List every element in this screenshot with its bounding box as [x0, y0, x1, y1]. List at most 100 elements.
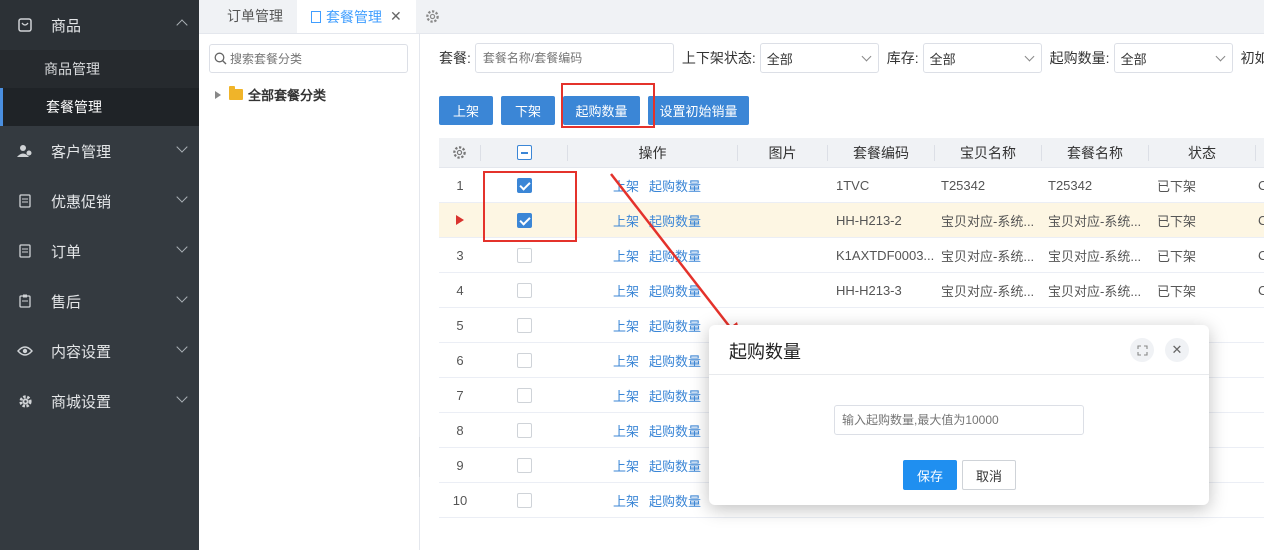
row-index: 3 — [456, 247, 464, 263]
row-minqty-link[interactable]: 起购数量 — [649, 491, 701, 510]
row-shelve-link[interactable]: 上架 — [613, 316, 639, 335]
list-icon — [17, 193, 33, 209]
save-button[interactable]: 保存 — [903, 460, 957, 490]
chevron-down-icon — [176, 391, 188, 403]
row-shelve-link[interactable]: 上架 — [613, 351, 639, 370]
min-qty-dialog: 起购数量 ✕ 保存 取消 — [709, 325, 1209, 505]
row-pname: 宝贝对应-系统... — [1048, 213, 1142, 229]
category-search-input[interactable] — [230, 51, 400, 66]
sidebar-item-product-management[interactable]: 商品管理 — [0, 50, 199, 88]
select-all-checkbox[interactable] — [516, 145, 532, 160]
status-select[interactable]: 全部 — [759, 43, 879, 73]
cancel-button[interactable]: 取消 — [962, 460, 1016, 490]
init-filter-label: 初如 — [1240, 50, 1264, 66]
row-status: 已下架 — [1157, 178, 1197, 194]
row-op-cell: 上架 起购数量 — [568, 273, 738, 307]
row-minqty-link[interactable]: 起购数量 — [649, 386, 701, 405]
header-bname: 宝贝名称 — [935, 144, 1042, 161]
menu-content-settings[interactable]: 内容设置 — [0, 326, 199, 376]
shelve-button[interactable]: 上架 — [439, 96, 493, 125]
row-shelve-link[interactable]: 上架 — [613, 281, 639, 300]
row-checkbox[interactable] — [517, 422, 532, 438]
table-row[interactable]: 3 上架 起购数量 K1AXTDF0003... 宝贝对应-系统... 宝贝对应-系统..… — [439, 238, 1264, 273]
tree-node-label: 全部套餐分类 — [248, 88, 327, 103]
menu-store-settings[interactable]: 商城设置 — [0, 376, 199, 426]
menu-orders[interactable]: 订单 — [0, 226, 199, 276]
row-checkbox[interactable] — [517, 317, 532, 333]
menu-promotions[interactable]: 优惠促销 — [0, 176, 199, 226]
menu-customers[interactable]: 客户管理 — [0, 126, 199, 176]
row-minqty-link[interactable]: 起购数量 — [649, 281, 701, 300]
row-index-cell: 8 — [439, 413, 481, 447]
row-checkbox[interactable] — [517, 352, 532, 368]
sidebar-item-package-management[interactable]: 套餐管理 — [0, 88, 199, 126]
row-shelve-link[interactable]: 上架 — [613, 386, 639, 405]
row-shelve-link[interactable]: 上架 — [613, 491, 639, 510]
row-minqty-link[interactable]: 起购数量 — [649, 456, 701, 475]
tab-package-management-label: 套餐管理 — [326, 8, 382, 25]
current-row-arrow-icon — [456, 215, 464, 225]
row-checkbox[interactable] — [517, 457, 532, 473]
package-search-input[interactable] — [474, 43, 674, 73]
table-row[interactable]: 4 上架 起购数量 HH-H213-3 宝贝对应-系统... 宝贝对应-系统... 已下架 C — [439, 273, 1264, 308]
products-submenu: 商品管理 套餐管理 — [0, 50, 199, 126]
table-header: 操作 图片 套餐编码 宝贝名称 套餐名称 状态 — [439, 138, 1264, 168]
row-checkbox-cell — [481, 378, 568, 412]
menu-aftersales[interactable]: 售后 — [0, 276, 199, 326]
row-image-cell — [738, 203, 828, 237]
row-minqty-link[interactable]: 起购数量 — [649, 246, 701, 265]
row-shelve-link[interactable]: 上架 — [613, 246, 639, 265]
menu-promotions-label: 优惠促销 — [51, 193, 112, 211]
row-minqty-link[interactable]: 起购数量 — [649, 211, 701, 230]
row-status: 已下架 — [1157, 283, 1197, 299]
category-search[interactable] — [209, 44, 408, 73]
tree-node-all-categories[interactable]: 全部套餐分类 — [215, 85, 326, 104]
search-icon — [214, 52, 227, 65]
row-checkbox[interactable] — [517, 387, 532, 403]
row-checkbox[interactable] — [517, 247, 532, 263]
header-op: 操作 — [568, 144, 738, 161]
header-status: 状态 — [1149, 144, 1256, 161]
tab-package-management[interactable]: 套餐管理 ✕ — [297, 0, 416, 33]
list-icon — [17, 243, 33, 259]
row-more: C — [1258, 282, 1264, 298]
header-img: 图片 — [738, 144, 828, 161]
tab-order-management[interactable]: 订单管理 — [199, 0, 297, 33]
row-minqty-link[interactable]: 起购数量 — [649, 421, 701, 440]
row-index: 10 — [452, 492, 468, 508]
unshelve-button[interactable]: 下架 — [501, 96, 555, 125]
row-minqty-link[interactable]: 起购数量 — [649, 176, 701, 195]
init-sales-button[interactable]: 设置初始销量 — [648, 96, 749, 125]
row-shelve-link[interactable]: 上架 — [613, 176, 639, 195]
row-checkbox-cell — [481, 448, 568, 482]
row-shelve-link[interactable]: 上架 — [613, 421, 639, 440]
stock-select[interactable]: 全部 — [922, 43, 1042, 73]
column-settings-gear-icon[interactable] — [439, 144, 481, 161]
minqty-select-value: 全部 — [1120, 51, 1147, 67]
row-shelve-link[interactable]: 上架 — [613, 456, 639, 475]
row-more — [1256, 308, 1264, 342]
row-op-cell: 上架 起购数量 — [568, 238, 738, 272]
row-checkbox[interactable] — [517, 492, 532, 508]
minqty-select[interactable]: 全部 — [1113, 43, 1233, 73]
row-op-cell: 上架 起购数量 — [568, 168, 738, 202]
min-qty-input[interactable] — [834, 405, 1084, 435]
row-more — [1256, 483, 1264, 517]
row-checkbox[interactable] — [517, 282, 532, 298]
row-bname: 宝贝对应-系统... — [941, 248, 1035, 264]
close-icon[interactable]: ✕ — [390, 8, 402, 25]
chevron-down-icon — [861, 51, 872, 61]
row-index-cell: 5 — [439, 308, 481, 342]
row-shelve-link[interactable]: 上架 — [613, 211, 639, 230]
maximize-icon[interactable] — [1130, 338, 1154, 362]
row-minqty-link[interactable]: 起购数量 — [649, 351, 701, 370]
close-icon[interactable]: ✕ — [1165, 338, 1189, 362]
row-index-cell: 10 — [439, 483, 481, 517]
menu-products[interactable]: 商品 — [0, 0, 199, 50]
tab-settings-gear-icon[interactable] — [416, 0, 450, 33]
row-more — [1256, 413, 1264, 447]
row-index-cell: 7 — [439, 378, 481, 412]
chevron-up-icon — [176, 19, 188, 31]
caret-right-icon[interactable] — [215, 90, 221, 99]
row-minqty-link[interactable]: 起购数量 — [649, 316, 701, 335]
